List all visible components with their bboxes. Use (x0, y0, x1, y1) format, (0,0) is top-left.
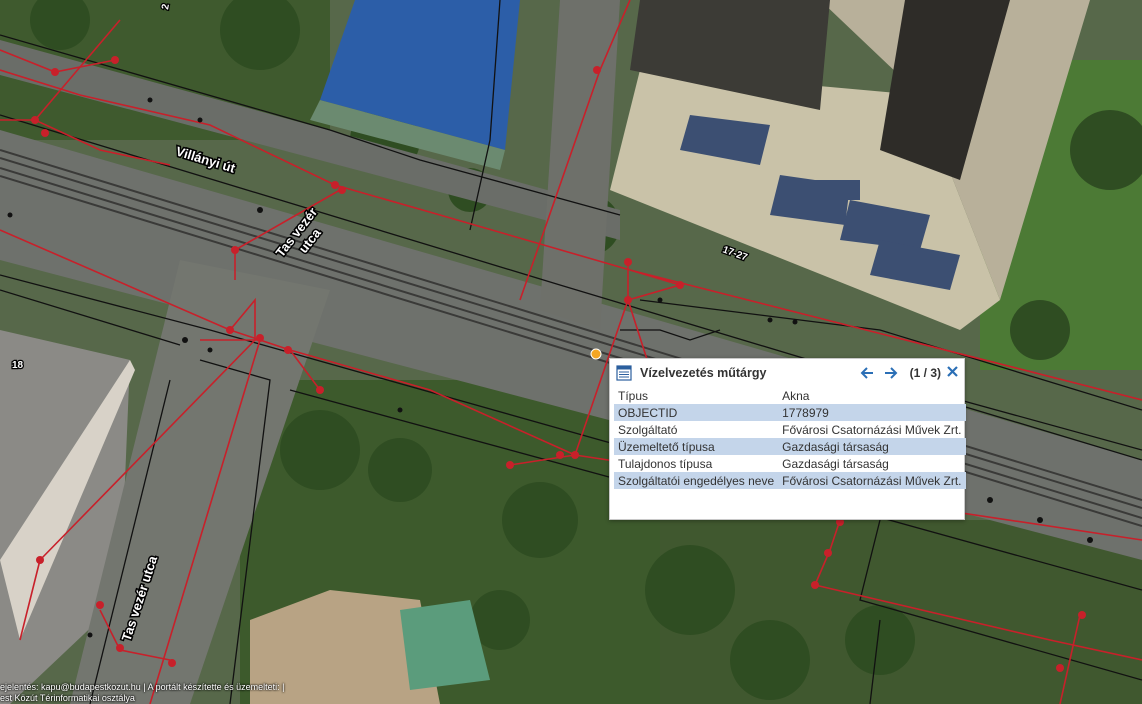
attribute-value: Gazdasági társaság (778, 438, 966, 455)
arrow-left-icon[interactable] (858, 364, 876, 382)
popup-header: Vízelvezetés műtárgy (1 / 3) (610, 359, 964, 387)
popup-pager: (1 / 3) (909, 366, 941, 380)
attribute-key: Üzemeltető típusa (614, 438, 779, 455)
identify-popup: Vízelvezetés műtárgy (1 / 3) Típus Akna … (609, 358, 966, 520)
attribute-row: Szolgáltatói engedélyes neve Fővárosi Cs… (614, 472, 966, 489)
attribute-row: Tulajdonos típusa Gazdasági társaság (614, 455, 966, 472)
house-number-label: 18 (12, 360, 24, 371)
attribute-value: Akna (782, 388, 810, 403)
attribute-row: Szolgáltató Fővárosi Csatornázási Művek … (614, 421, 966, 438)
attribute-value: Gazdasági társaság (782, 456, 889, 471)
attribute-key: Szolgáltató (618, 422, 678, 437)
arrow-right-icon[interactable] (882, 364, 900, 382)
attribute-row: Üzemeltető típusa Gazdasági társaság (614, 438, 966, 455)
attribute-value: Fővárosi Csatornázási Művek Zrt. (782, 422, 962, 437)
attribute-key: OBJECTID (614, 404, 779, 421)
attribute-key: Típus (618, 388, 649, 403)
map-canvas[interactable]: Villányi út Tas vezér utca Tas vezér utc… (0, 0, 1142, 704)
attribute-value: 1778979 (778, 404, 966, 421)
attribute-key: Tulajdonos típusa (618, 456, 713, 471)
attribution-line: ejelentés: kapu@budapestkozut.hu | A por… (0, 682, 285, 692)
close-icon[interactable] (947, 364, 958, 382)
popup-title: Vízelvezetés műtárgy (640, 366, 767, 380)
attribute-table: Típus Akna OBJECTID 1778979 Szolgáltató … (614, 387, 966, 489)
attribute-key: Szolgáltatói engedélyes neve (614, 472, 779, 489)
selected-feature-marker[interactable] (590, 348, 602, 360)
attribute-row: Típus Akna (614, 387, 966, 404)
attribute-row: OBJECTID 1778979 (614, 404, 966, 421)
layer-table-icon (616, 365, 632, 381)
attribute-value: Fővárosi Csatornázási Művek Zrt. (778, 472, 966, 489)
map-attribution: ejelentés: kapu@budapestkozut.hu | A por… (0, 682, 284, 704)
attribution-line: est Közút Térinformatikai osztálya (0, 693, 135, 703)
